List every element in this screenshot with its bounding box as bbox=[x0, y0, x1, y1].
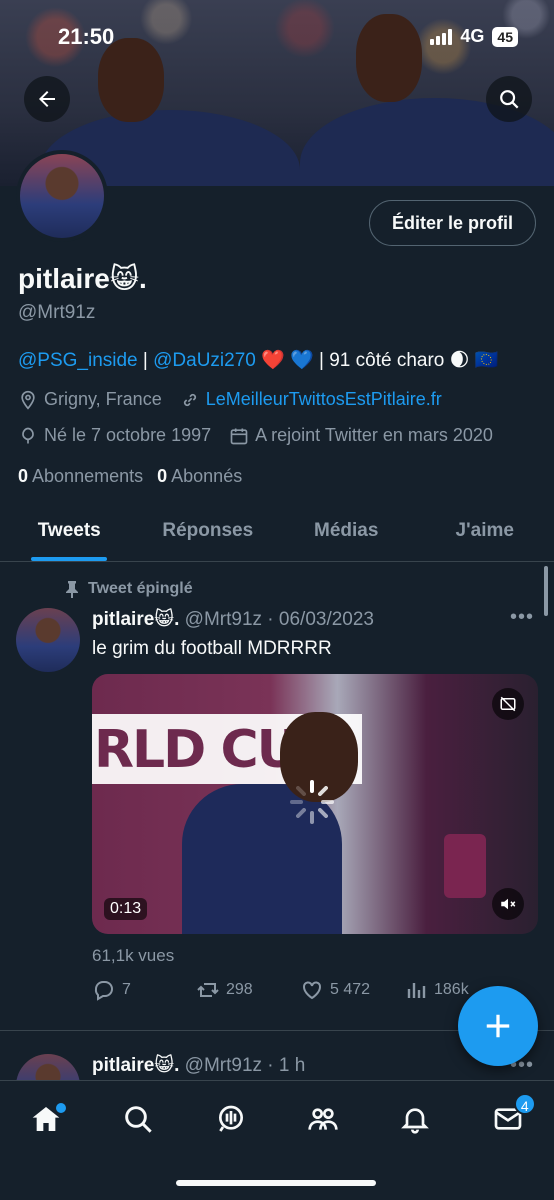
reply-count: 7 bbox=[122, 981, 131, 998]
retweet-button[interactable]: 298 bbox=[196, 978, 300, 1002]
search-icon bbox=[500, 90, 519, 109]
nav-messages[interactable]: 4 bbox=[478, 1093, 538, 1139]
profile-avatar[interactable] bbox=[16, 150, 108, 242]
bell-icon bbox=[401, 1108, 430, 1134]
tab-tweets[interactable]: Tweets bbox=[0, 506, 139, 561]
pinned-label: Tweet épinglé bbox=[88, 580, 193, 597]
nav-communities[interactable] bbox=[293, 1099, 353, 1139]
tweet-header: pitlaire😸. @Mrt91z · 06/03/2023 bbox=[92, 608, 374, 631]
messages-badge: 4 bbox=[513, 1093, 536, 1115]
tweet-meta-2: @Mrt91z · 1 h bbox=[179, 1055, 306, 1076]
plus-icon bbox=[486, 1014, 510, 1038]
following-link[interactable]: 0 Abonnements bbox=[18, 466, 143, 487]
followers-count: 0 bbox=[157, 466, 168, 486]
retweet-icon bbox=[197, 983, 219, 997]
tweet-text: le grim du football MDRRRR bbox=[92, 638, 332, 659]
loading-spinner-icon bbox=[290, 780, 334, 824]
home-notification-dot bbox=[56, 1103, 67, 1113]
meta-row-2: Né le 7 octobre 1997 A rejoint Twitter e… bbox=[18, 425, 493, 446]
tweet-views: 61,1k vues bbox=[92, 946, 175, 965]
profile-birthday: Né le 7 octobre 1997 bbox=[44, 425, 212, 445]
meta-row-1: Grigny, France LeMeilleurTwittosEstPitla… bbox=[18, 389, 442, 410]
communities-icon bbox=[308, 1108, 338, 1130]
status-indicators: 4G 45 bbox=[430, 26, 518, 47]
tweet-author-name-2[interactable]: pitlaire😸. bbox=[92, 1055, 179, 1076]
tweet-video[interactable]: RLD CUP 0:13 bbox=[92, 674, 538, 934]
profile-joined: A rejoint Twitter en mars 2020 bbox=[255, 425, 493, 445]
link-icon bbox=[183, 393, 196, 406]
battery-icon: 45 bbox=[492, 26, 518, 47]
bio-mention-psg[interactable]: @PSG_inside bbox=[18, 350, 138, 371]
pin-icon bbox=[66, 581, 78, 598]
tab-likes[interactable]: J'aime bbox=[416, 506, 554, 561]
tab-replies[interactable]: Réponses bbox=[139, 506, 278, 561]
search-icon bbox=[125, 1106, 153, 1133]
retweet-count: 298 bbox=[226, 981, 253, 998]
scrollbar[interactable] bbox=[544, 566, 548, 616]
following-count: 0 bbox=[18, 466, 29, 486]
arrow-left-icon bbox=[39, 91, 55, 107]
analytics-icon bbox=[407, 983, 426, 998]
display-name: pitlaire😸. bbox=[18, 263, 147, 294]
compose-tweet-button[interactable] bbox=[458, 986, 538, 1066]
home-indicator bbox=[176, 1180, 376, 1186]
profile-website[interactable]: LeMeilleurTwittosEstPitlaire.fr bbox=[206, 389, 442, 410]
like-button[interactable]: 5 472 bbox=[300, 978, 404, 1002]
bottom-navigation: 4 bbox=[0, 1080, 554, 1200]
network-type: 4G bbox=[460, 26, 485, 46]
reply-button[interactable]: 7 bbox=[92, 978, 196, 1002]
heart-icon bbox=[303, 981, 321, 1000]
spaces-icon bbox=[218, 1105, 243, 1132]
profile-bio: @PSG_inside | @DaUzi270 ❤️ 💙 | 91 côté c… bbox=[18, 348, 498, 372]
back-button[interactable] bbox=[24, 76, 70, 122]
bio-separator: | bbox=[137, 350, 154, 371]
tweet-header-2: pitlaire😸. @Mrt91z · 1 h bbox=[92, 1054, 305, 1077]
qatar-logo bbox=[444, 834, 486, 898]
pinned-indicator: Tweet épinglé bbox=[64, 580, 193, 598]
reply-icon bbox=[94, 981, 113, 1001]
bio-text: ❤️ 💙 | 91 côté charo 🌒 🇪🇺 bbox=[255, 350, 499, 371]
banner-player-left-head bbox=[98, 38, 164, 122]
banner-player-right-head bbox=[356, 14, 422, 102]
views-count: 186k bbox=[434, 981, 469, 998]
followers-label: Abonnés bbox=[171, 466, 243, 486]
more-options-icon[interactable]: ••• bbox=[510, 606, 534, 629]
nav-notifications[interactable] bbox=[385, 1099, 445, 1139]
profile-location: Grigny, France bbox=[44, 389, 162, 409]
tweet-author-name[interactable]: pitlaire😸. bbox=[92, 609, 179, 630]
nav-search[interactable] bbox=[108, 1099, 168, 1139]
nav-spaces[interactable] bbox=[201, 1099, 261, 1139]
calendar-icon bbox=[230, 428, 248, 444]
tab-media[interactable]: Médias bbox=[277, 506, 416, 561]
search-button[interactable] bbox=[486, 76, 532, 122]
like-count: 5 472 bbox=[330, 981, 371, 998]
tweet-avatar[interactable] bbox=[16, 608, 80, 672]
bio-mention-dauzi[interactable]: @DaUzi270 bbox=[153, 350, 256, 371]
following-label: Abonnements bbox=[32, 466, 144, 486]
profile-tabs: Tweets Réponses Médias J'aime bbox=[0, 506, 554, 562]
nav-home[interactable] bbox=[16, 1099, 76, 1139]
edit-profile-button[interactable]: Éditer le profil bbox=[368, 200, 536, 246]
signal-icon bbox=[430, 28, 453, 45]
status-time: 21:50 bbox=[58, 24, 115, 49]
video-duration: 0:13 bbox=[104, 898, 148, 920]
captions-off-icon[interactable] bbox=[492, 688, 524, 720]
profile-handle: @Mrt91z bbox=[18, 302, 96, 323]
birthday-icon bbox=[22, 427, 34, 443]
mute-icon[interactable] bbox=[492, 888, 524, 920]
tweet-meta: @Mrt91z · 06/03/2023 bbox=[179, 609, 375, 630]
location-icon bbox=[21, 390, 35, 410]
followers-link[interactable]: 0 Abonnés bbox=[157, 466, 242, 487]
follow-stats: 0 Abonnements 0 Abonnés bbox=[18, 466, 242, 487]
